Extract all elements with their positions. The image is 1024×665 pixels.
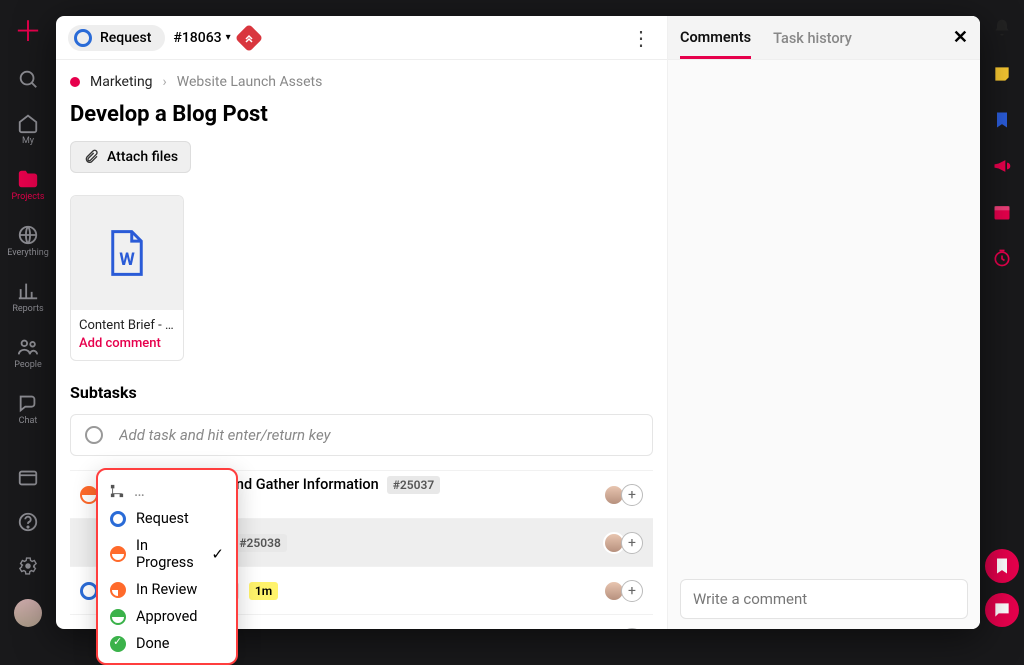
- attach-files-button[interactable]: Attach files: [70, 141, 191, 173]
- task-title[interactable]: Develop a Blog Post: [70, 102, 653, 127]
- project-color-dot: [70, 77, 80, 87]
- tab-comments[interactable]: Comments: [680, 17, 751, 59]
- task-more-menu[interactable]: ⋮: [627, 26, 655, 50]
- comments-thread: [668, 60, 980, 569]
- subtask-id: #25038: [233, 534, 286, 552]
- status-in-progress-icon: [110, 546, 126, 562]
- task-id[interactable]: #18063 ▾: [173, 30, 230, 46]
- subtask-assignees[interactable]: +: [603, 628, 643, 629]
- task-header: Request #18063 ▾ ⋮: [56, 16, 667, 60]
- add-subtask-row[interactable]: [70, 414, 653, 456]
- chevron-down-icon: ▾: [226, 32, 231, 43]
- status-request-icon: [110, 511, 126, 527]
- breadcrumb: Marketing › Website Launch Assets: [70, 74, 653, 90]
- attachment-filename: Content Brief - …: [79, 317, 175, 335]
- subtask-assignees[interactable]: +: [603, 580, 643, 602]
- nav-people[interactable]: People: [14, 336, 42, 370]
- create-button[interactable]: ＋: [14, 18, 42, 46]
- add-assignee-button[interactable]: +: [621, 580, 643, 602]
- status-approved-icon: [110, 609, 126, 625]
- attachment-card[interactable]: W Content Brief - … Add comment: [70, 195, 184, 361]
- nav-chat[interactable]: Chat: [17, 392, 39, 426]
- status-ring-icon: [74, 29, 92, 47]
- add-assignee-button[interactable]: +: [621, 484, 643, 506]
- nav-search[interactable]: [17, 68, 39, 90]
- status-option-done[interactable]: Done: [104, 630, 230, 657]
- right-rail: [980, 0, 1024, 645]
- fab-chat[interactable]: [985, 593, 1019, 627]
- svg-text:W: W: [119, 249, 135, 270]
- nav-reports[interactable]: Reports: [12, 280, 43, 314]
- comment-composer[interactable]: Write a comment: [680, 579, 968, 619]
- bell-icon[interactable]: [992, 18, 1012, 42]
- status-option-request[interactable]: Request: [104, 505, 230, 532]
- calendar-icon[interactable]: [992, 202, 1012, 226]
- comments-pane: Comments Task history ✕ Write a comment: [668, 16, 980, 629]
- left-nav-rail: ＋ My Projects Everything Reports People …: [0, 0, 56, 645]
- subtask-id: #25037: [387, 476, 440, 494]
- nav-my[interactable]: My: [17, 112, 39, 146]
- status-dropdown[interactable]: … Request In Progress ✓ In Review Approv…: [96, 468, 238, 665]
- announce-icon[interactable]: [992, 156, 1012, 180]
- add-assignee-button[interactable]: +: [621, 628, 643, 629]
- tab-task-history[interactable]: Task history: [773, 18, 852, 57]
- subtasks-heading: Subtasks: [70, 383, 653, 402]
- user-avatar[interactable]: [14, 599, 42, 627]
- breadcrumb-separator: ›: [163, 74, 167, 90]
- nav-help[interactable]: [17, 511, 39, 533]
- timer-icon[interactable]: [992, 248, 1012, 272]
- status-option-in-progress[interactable]: In Progress ✓: [104, 532, 230, 576]
- fab-bookmark[interactable]: [985, 549, 1019, 583]
- breadcrumb-project[interactable]: Marketing: [90, 74, 153, 90]
- breadcrumb-folder[interactable]: Website Launch Assets: [177, 74, 323, 90]
- status-in-review-icon: [110, 582, 126, 598]
- status-done-icon: [110, 636, 126, 652]
- bookmark-icon[interactable]: [992, 110, 1012, 134]
- assignee-avatar: [603, 628, 625, 629]
- nav-inbox[interactable]: [17, 467, 39, 489]
- comments-tabs: Comments Task history ✕: [668, 16, 980, 60]
- add-subtask-input[interactable]: [119, 426, 638, 444]
- subtask-assignees[interactable]: +: [603, 484, 643, 506]
- note-icon[interactable]: [992, 64, 1012, 88]
- attachment-preview: W: [71, 196, 183, 310]
- attachment-add-comment[interactable]: Add comment: [79, 335, 175, 353]
- nav-projects[interactable]: Projects: [12, 168, 45, 202]
- status-option-approved[interactable]: Approved: [104, 603, 230, 630]
- subtask-assignees[interactable]: +: [603, 532, 643, 554]
- add-assignee-button[interactable]: +: [621, 532, 643, 554]
- nav-settings[interactable]: [17, 555, 39, 577]
- status-placeholder-icon: [85, 426, 103, 444]
- nav-everything[interactable]: Everything: [7, 224, 49, 258]
- status-label: Request: [100, 30, 151, 46]
- status-pill[interactable]: Request: [68, 25, 165, 51]
- paperclip-icon: [83, 149, 99, 165]
- check-icon: ✓: [211, 545, 224, 563]
- subtask-estimate: 1m: [249, 582, 278, 600]
- word-doc-icon: W: [108, 228, 146, 278]
- close-modal-button[interactable]: ✕: [953, 27, 968, 48]
- status-option-in-review[interactable]: In Review: [104, 576, 230, 603]
- priority-high-icon[interactable]: [235, 23, 263, 51]
- hierarchy-icon: [110, 484, 124, 498]
- comment-input[interactable]: Write a comment: [680, 579, 968, 619]
- status-menu-header[interactable]: …: [104, 476, 230, 505]
